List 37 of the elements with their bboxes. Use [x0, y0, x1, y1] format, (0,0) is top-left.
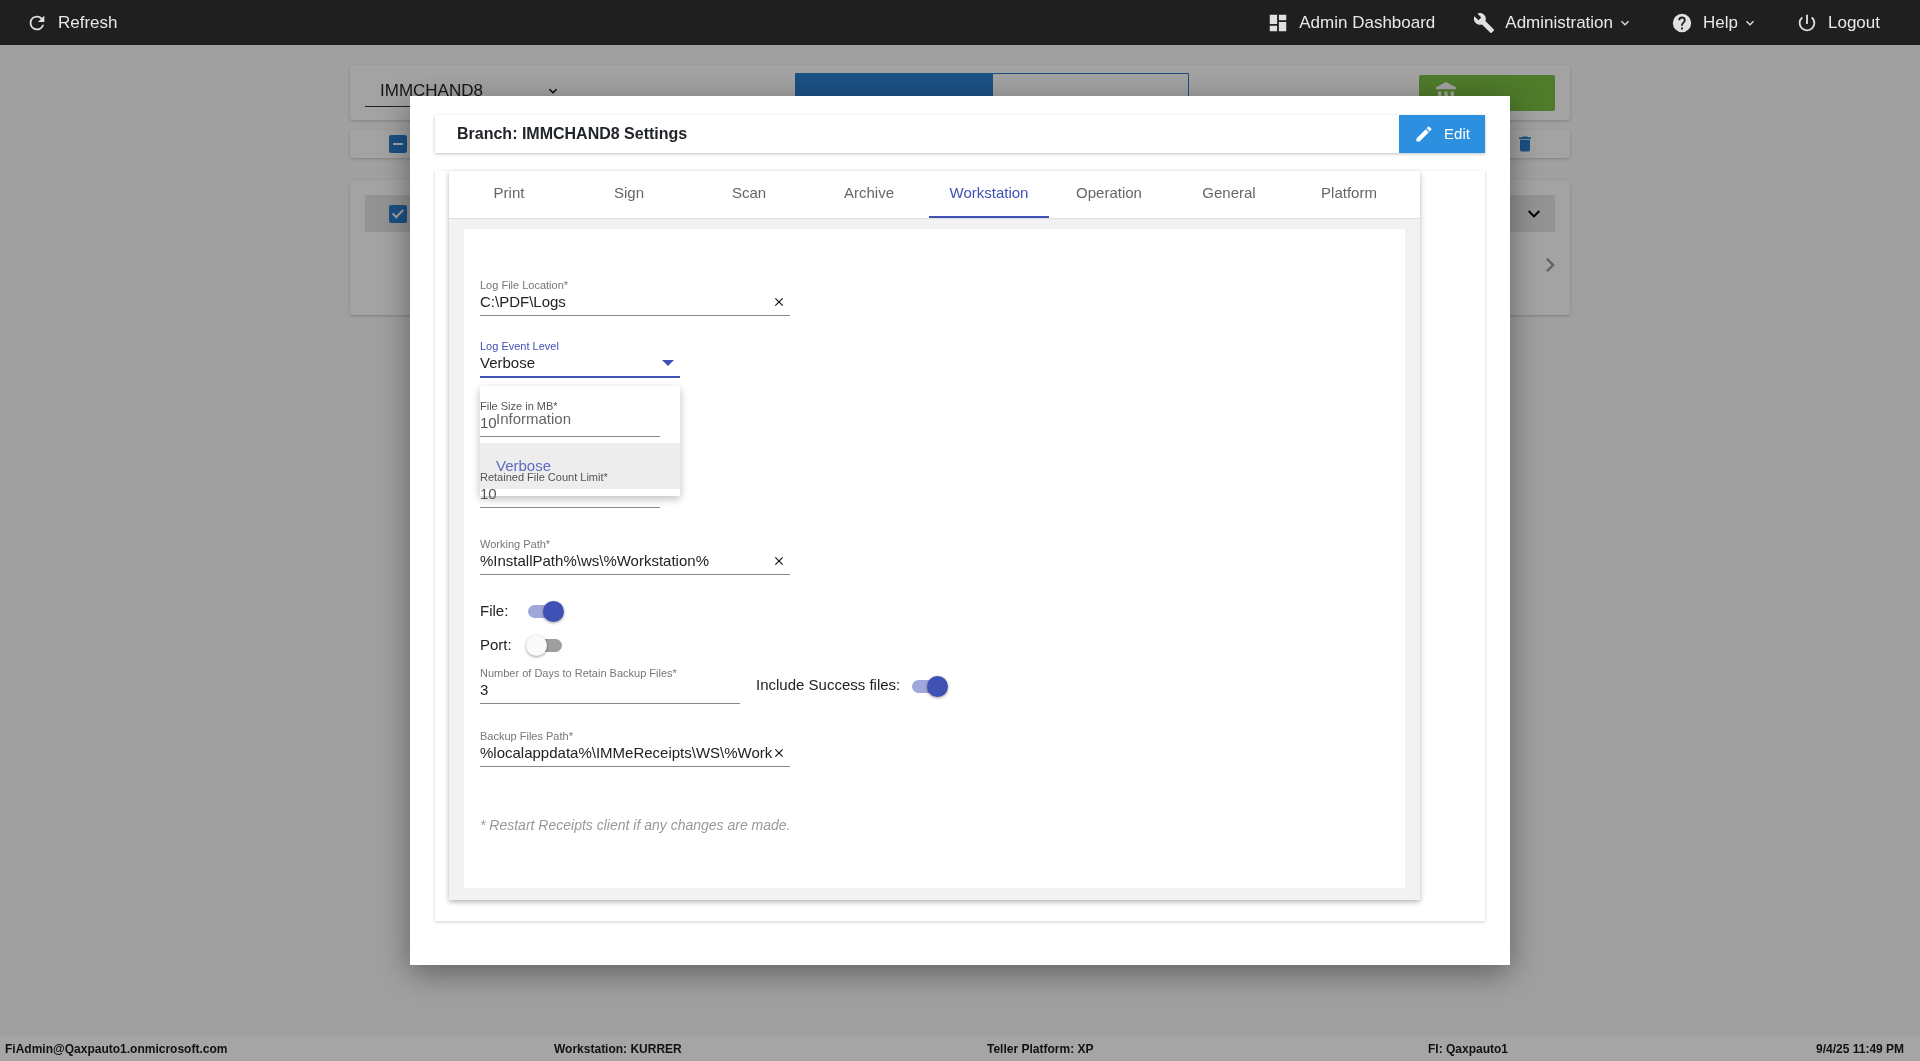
select-all-checkbox[interactable]	[389, 135, 407, 153]
select-field[interactable]: Log Event Level Verbose	[480, 340, 680, 378]
help-icon	[1671, 11, 1694, 34]
nav-menu[interactable]: Administration	[1473, 9, 1634, 36]
toggle-switch[interactable]	[526, 633, 562, 657]
status-text: 9/4/25 11:49 PM	[1816, 1040, 1906, 1058]
dialog-title: Branch: IMMCHAND8 Settings	[457, 124, 688, 144]
chevron-down-icon	[1528, 209, 1540, 218]
input-field[interactable]: Retained File Count Limit* 10	[480, 471, 660, 508]
toggle-switch[interactable]	[526, 599, 562, 623]
toggle-label: File:	[480, 600, 510, 621]
caret-down-icon	[662, 360, 674, 366]
chevron-right-icon	[1546, 258, 1555, 272]
status-text: FI: Qaxpauto1	[1428, 1040, 1509, 1058]
clear-button[interactable]	[772, 554, 786, 568]
nav-link[interactable]: Logout	[1796, 9, 1880, 36]
row-checkbox[interactable]	[389, 204, 407, 223]
refresh-link[interactable]: Refresh	[26, 9, 118, 36]
dropdown-option[interactable]: Information	[496, 412, 572, 425]
toggle-label: Include Success files:	[756, 675, 901, 696]
status-text: Workstation: KURRER	[554, 1040, 683, 1058]
input-field[interactable]: Backup Files Path* %localappdata%\IMMeReceipts\WS\%Work	[480, 730, 790, 767]
nav-link[interactable]: Admin Dashboard	[1267, 9, 1436, 36]
input-field[interactable]: Working Path* %InstallPath%\ws\%Workstation%	[480, 538, 790, 575]
dropdown-option[interactable]: Verbose	[496, 459, 552, 472]
settings-tab[interactable]: Print	[449, 171, 569, 218]
wrench-icon	[1473, 11, 1496, 34]
clear-button[interactable]	[772, 746, 786, 760]
settings-tab[interactable]: Workstation	[929, 171, 1049, 218]
input-field[interactable]: Number of Days to Retain Backup Files* 3	[480, 667, 740, 704]
nav-menu[interactable]: Help	[1671, 9, 1758, 36]
toggle-label: Port:	[480, 634, 513, 655]
status-text: FiAdmin@Qaxpauto1.onmicrosoft.com	[5, 1040, 229, 1058]
input-field[interactable]: Log File Location* C:\PDF\Logs	[480, 279, 790, 316]
clear-button[interactable]	[772, 295, 786, 309]
status-text: Teller Platform: XP	[987, 1040, 1095, 1058]
footnote: * Restart Receipts client if any changes are made.	[480, 816, 792, 835]
